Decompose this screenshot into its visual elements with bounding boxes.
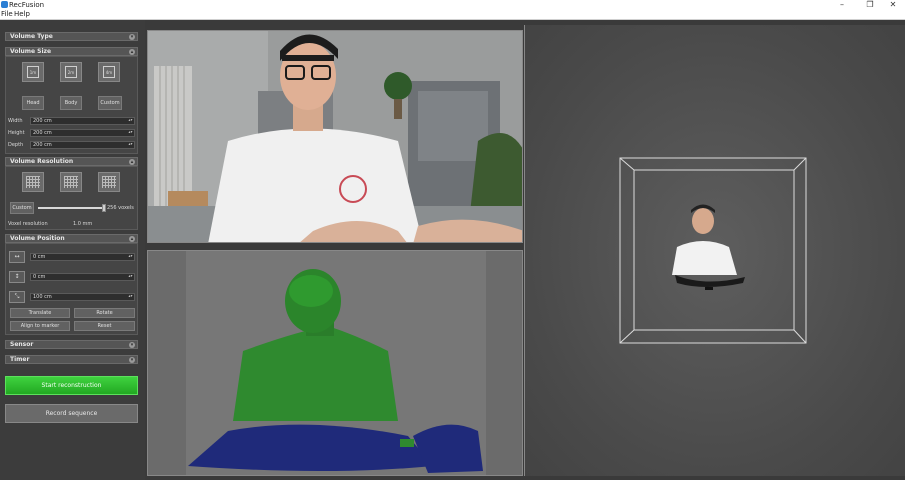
height-value: 200 cm — [33, 130, 52, 136]
position-z-field[interactable]: 100 cm ▴▾ — [30, 293, 135, 301]
position-y-value: 0 cm — [33, 274, 46, 280]
volume-type-title: Volume Type — [10, 33, 53, 40]
minimize-button[interactable]: – — [830, 0, 854, 10]
collapse-icon[interactable]: ▾ — [129, 357, 135, 363]
reset-button[interactable]: Reset — [74, 321, 135, 331]
window-title: RecFusion — [9, 1, 45, 9]
position-z-value: 100 cm — [33, 294, 52, 300]
timer-header[interactable]: Timer ▾ — [5, 355, 138, 364]
height-label: Height — [8, 130, 25, 136]
menu-file[interactable]: File — [1, 10, 13, 19]
resolution-slider-track[interactable] — [38, 207, 106, 209]
spinner-icon[interactable]: ▴▾ — [128, 294, 133, 300]
start-reconstruction-button[interactable]: Start reconstruction — [5, 376, 138, 395]
spinner-icon[interactable]: ▴▾ — [128, 142, 133, 148]
preset-4m-button[interactable]: 4m — [98, 62, 120, 82]
volume-box — [619, 157, 807, 344]
spinner-icon[interactable]: ▴▾ — [128, 254, 133, 260]
collapse-icon[interactable]: ▴ — [129, 236, 135, 242]
volume-resolution-header[interactable]: Volume Resolution ▴ — [5, 157, 138, 166]
spinner-icon[interactable]: ▴▾ — [128, 274, 133, 280]
collapse-icon[interactable]: ▴ — [129, 49, 135, 55]
resolution-medium-button[interactable] — [60, 172, 82, 192]
preset-1m-button[interactable]: 1m — [22, 62, 44, 82]
cube-icon: 1m — [27, 66, 39, 78]
volume-size-title: Volume Size — [10, 48, 52, 55]
collapse-icon[interactable]: ▴ — [129, 159, 135, 165]
close-button[interactable]: ✕ — [881, 0, 905, 10]
translate-button[interactable]: Translate — [10, 308, 70, 318]
record-sequence-button[interactable]: Record sequence — [5, 404, 138, 423]
volume-resolution-title: Volume Resolution — [10, 158, 74, 165]
volume-size-panel: 1m 2m 4m Head Body Custom Width 200 cm ▴▾… — [5, 56, 138, 154]
volume-position-panel: ↔ 0 cm ▴▾ ↕ 0 cm ▴▾ ⤡ 100 cm ▴▾ Translate R… — [5, 243, 138, 335]
sensor-title: Sensor — [10, 341, 34, 348]
align-to-marker-button[interactable]: Align to marker — [10, 321, 70, 331]
sensor-header[interactable]: Sensor ▾ — [5, 340, 138, 349]
camera-image — [148, 31, 522, 242]
spinner-icon[interactable]: ▴▾ — [128, 130, 133, 136]
width-value: 200 cm — [33, 118, 52, 124]
spinner-icon[interactable]: ▴▾ — [128, 118, 133, 124]
position-x-field[interactable]: 0 cm ▴▾ — [30, 253, 135, 261]
voxels-label: 256 voxels — [107, 205, 134, 211]
position-x-value: 0 cm — [33, 254, 46, 260]
voxel-resolution-label: Voxel resolution — [8, 221, 48, 227]
height-field[interactable]: 200 cm ▴▾ — [30, 129, 135, 137]
volume-position-title: Volume Position — [10, 235, 65, 242]
resolution-slider-thumb[interactable] — [102, 204, 106, 212]
resolution-custom-button[interactable]: Custom — [10, 202, 34, 214]
menu-help[interactable]: Help — [14, 10, 30, 19]
app-logo-icon — [1, 1, 8, 8]
reconstruction-view[interactable] — [524, 25, 905, 476]
grid-icon — [102, 176, 116, 188]
body-button[interactable]: Body — [60, 96, 82, 110]
rgb-camera-view[interactable] — [147, 30, 523, 243]
volume-size-header[interactable]: Volume Size ▴ — [5, 47, 138, 56]
depth-value: 200 cm — [33, 142, 52, 148]
depth-label: Depth — [8, 142, 24, 148]
menu-bar: File Help — [0, 10, 905, 20]
collapse-icon[interactable]: ▾ — [129, 34, 135, 40]
volume-type-header[interactable]: Volume Type ▾ — [5, 32, 138, 41]
grid-icon — [64, 176, 78, 188]
head-button[interactable]: Head — [22, 96, 44, 110]
cube-icon: 4m — [103, 66, 115, 78]
depth-image — [148, 251, 522, 475]
preset-2m-button[interactable]: 2m — [60, 62, 82, 82]
title-bar: RecFusion – ❐ ✕ — [0, 0, 905, 10]
position-y-field[interactable]: 0 cm ▴▾ — [30, 273, 135, 281]
x-axis-icon: ↔ — [9, 251, 25, 263]
sidebar: Volume Type ▾ Volume Size ▴ 1m 2m 4m Hea… — [0, 20, 145, 480]
y-axis-icon: ↕ — [9, 271, 25, 283]
maximize-button[interactable]: ❐ — [858, 0, 882, 10]
resolution-high-button[interactable] — [98, 172, 120, 192]
width-label: Width — [8, 118, 23, 124]
width-field[interactable]: 200 cm ▴▾ — [30, 117, 135, 125]
custom-button[interactable]: Custom — [98, 96, 122, 110]
grid-icon — [26, 176, 40, 188]
resolution-low-button[interactable] — [22, 172, 44, 192]
timer-title: Timer — [10, 356, 30, 363]
depth-field[interactable]: 200 cm ▴▾ — [30, 141, 135, 149]
depth-view[interactable] — [147, 250, 523, 476]
volume-position-header[interactable]: Volume Position ▴ — [5, 234, 138, 243]
voxel-resolution-value: 1.0 mm — [73, 221, 93, 227]
z-axis-icon: ⤡ — [9, 291, 25, 303]
volume-resolution-panel: Custom 256 voxels Voxel resolution 1.0 m… — [5, 166, 138, 230]
collapse-icon[interactable]: ▾ — [129, 342, 135, 348]
rotate-button[interactable]: Rotate — [74, 308, 135, 318]
cube-icon: 2m — [65, 66, 77, 78]
